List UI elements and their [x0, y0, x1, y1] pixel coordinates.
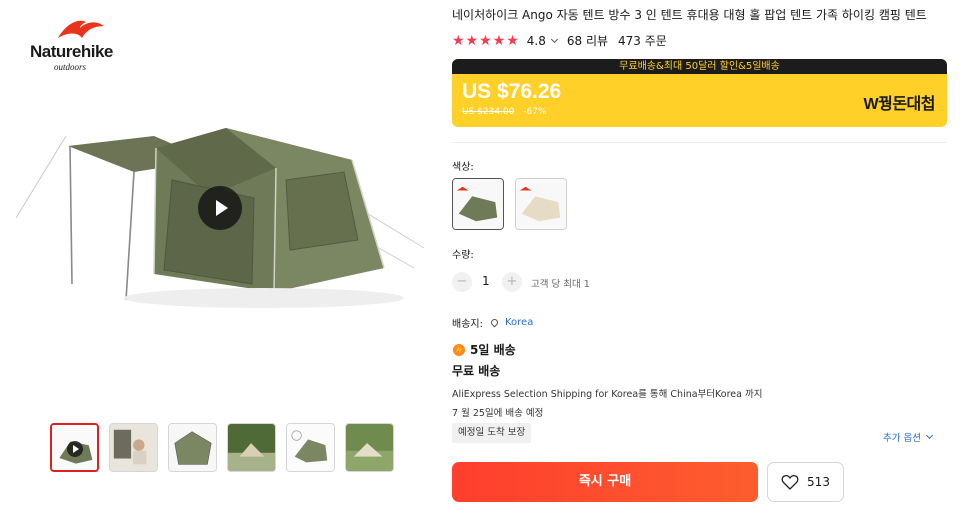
thumbnail-image[interactable] — [109, 423, 158, 472]
original-price: US $234.00 — [462, 107, 515, 117]
free-shipping-text: 무료 배송 — [452, 364, 501, 378]
thumbnail-image[interactable] — [286, 423, 335, 472]
brand-tagline: outdoors — [54, 62, 87, 72]
shipping-route-text: AliExpress Selection Shipping for Korea를… — [452, 389, 763, 400]
more-shipping-options-link[interactable]: 추가 옵션 — [883, 430, 934, 444]
quantity-label: 수량: — [452, 250, 474, 261]
quantity-limit-note: 고객 당 최대 1 — [531, 279, 590, 290]
ship-to-row: 배송지: Korea — [452, 315, 533, 330]
discount-percent: -67% — [523, 107, 547, 117]
price-promo-banner: 무료배송&최대 50달러 할인&5일배송 US $76.26 US $234.0… — [452, 59, 947, 127]
play-icon — [216, 200, 228, 216]
on-time-guarantee-badge: 예정일 도착 보장 — [452, 423, 532, 443]
more-options-label[interactable]: 추가 옵션 — [883, 430, 921, 444]
video-play-button[interactable] — [198, 186, 242, 230]
current-price: US $76.26 — [462, 80, 562, 103]
rating-stars: ★★★★★ — [452, 32, 520, 49]
thumbnail-strip — [50, 423, 394, 472]
wishlist-button[interactable]: 513 — [767, 462, 844, 502]
event-label: W꿩돈대첩 — [863, 96, 936, 113]
color-swatch-beige[interactable] — [515, 178, 567, 230]
price-discount-row: US $234.00 -67% — [462, 107, 547, 117]
heart-icon[interactable] — [781, 474, 799, 490]
divider — [452, 142, 947, 143]
quantity-decrease-button[interactable]: − — [452, 272, 472, 292]
play-icon — [67, 441, 83, 457]
ship-to-label: 배송지: — [452, 319, 483, 330]
order-count: 473 주문 — [618, 34, 667, 48]
thumbnail-video[interactable] — [50, 423, 99, 472]
fast-delivery-row: 5일 배송 — [452, 341, 516, 358]
promo-banner-text: 무료배송&최대 50달러 할인&5일배송 — [452, 59, 947, 74]
quantity-increase-button[interactable]: + — [502, 272, 522, 292]
color-swatch-green[interactable] — [452, 178, 504, 230]
ship-to-country[interactable]: Korea — [505, 317, 533, 328]
fast-delivery-text: 5일 배송 — [470, 343, 516, 357]
quantity-value[interactable]: 1 — [482, 274, 490, 288]
chevron-down-icon[interactable] — [550, 35, 558, 43]
location-pin-icon — [489, 317, 500, 328]
wishlist-count: 513 — [807, 475, 830, 489]
buy-now-button[interactable]: 즉시 구매 — [452, 462, 758, 502]
chevron-down-icon[interactable] — [925, 431, 934, 440]
color-label: 색상: — [452, 162, 474, 173]
thumbnail-image[interactable] — [168, 423, 217, 472]
review-count[interactable]: 68 리뷰 — [567, 32, 608, 49]
fast-delivery-icon — [453, 343, 465, 356]
product-title: 네이처하이크 Ango 자동 텐트 방수 3 인 텐트 휴대용 대형 홀 팝업 … — [452, 8, 927, 22]
thumbnail-image[interactable] — [345, 423, 394, 472]
product-main-image[interactable] — [14, 108, 430, 358]
bird-logo-icon — [58, 20, 104, 38]
delivery-date-text: 7 월 25일에 배송 예정 — [452, 408, 544, 419]
thumbnail-image[interactable] — [227, 423, 276, 472]
brand-name: Naturehike — [30, 42, 113, 61]
rating-row: ★★★★★ 4.8 68 리뷰 473 주문 — [452, 32, 667, 49]
rating-value[interactable]: 4.8 — [527, 34, 546, 48]
brand-logo: Naturehike outdoors — [28, 16, 128, 72]
